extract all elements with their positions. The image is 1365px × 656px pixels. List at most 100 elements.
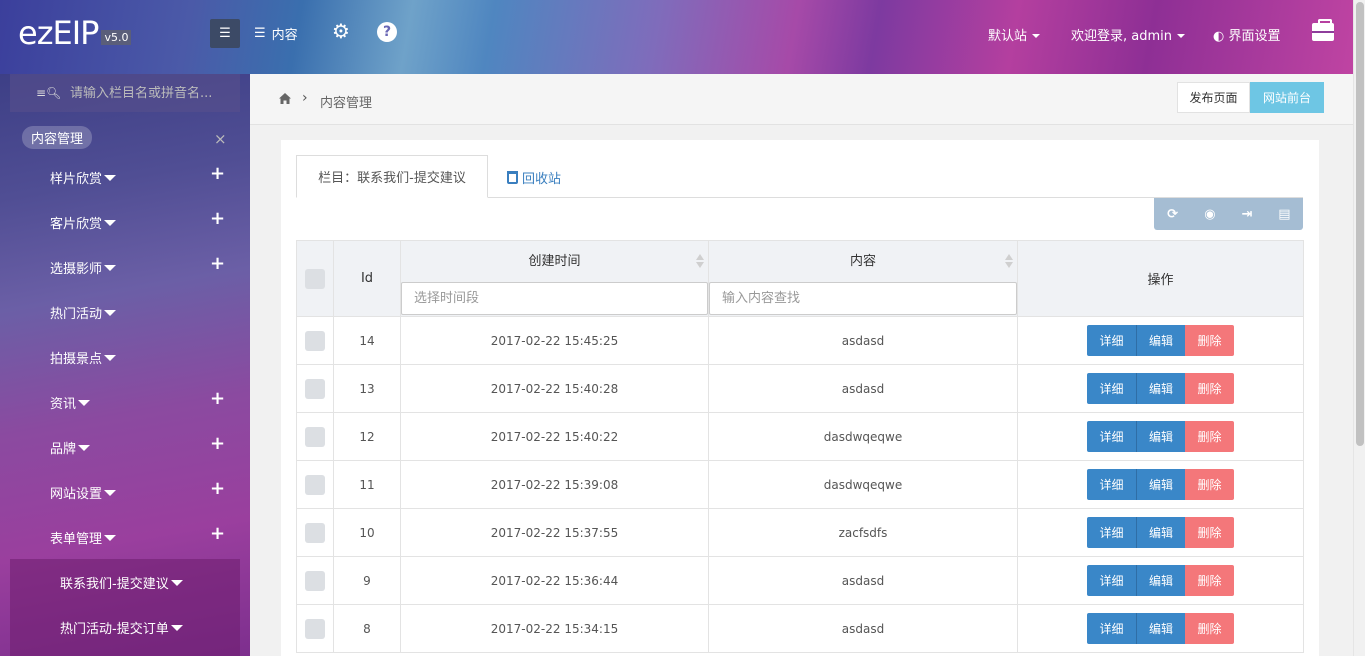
sidebar-search-input[interactable] [70, 85, 230, 101]
publish-page-button[interactable]: 发布页面 [1177, 82, 1250, 113]
list-icon: ☰ [254, 26, 266, 41]
refresh-icon[interactable]: ⟳ [1154, 198, 1191, 230]
print-icon[interactable]: ▤ [1266, 198, 1303, 230]
breadcrumb-current: 内容管理 [320, 96, 373, 111]
sidebar-item-client-photos[interactable]: 客片欣赏 [50, 213, 117, 232]
scrollbar-thumb[interactable] [1356, 2, 1364, 446]
row-checkbox[interactable] [305, 426, 325, 447]
plus-icon[interactable]: + [210, 253, 225, 274]
sidebar-item-forms[interactable]: 表单管理 [50, 528, 117, 547]
operations-group: 详细 编辑 删除 [1087, 565, 1234, 596]
table-row: 11 2017-02-22 15:39:08 dasdwqeqwe 详细 编辑 删除 [296, 460, 1304, 509]
plus-icon[interactable]: + [210, 208, 225, 229]
row-checkbox[interactable] [305, 330, 325, 351]
row-select-cell [296, 604, 334, 653]
eye-icon[interactable]: ◉ [1191, 198, 1228, 230]
ui-settings-link[interactable]: ◐ 界面设置 [1213, 25, 1281, 44]
operations-group: 详细 编辑 删除 [1087, 421, 1234, 452]
version-badge: v5.0 [101, 30, 132, 45]
header-content[interactable]: 内容 [708, 240, 1018, 282]
home-icon[interactable] [279, 93, 291, 104]
table-row: 10 2017-02-22 15:37:55 zacfsdfs 详细 编辑 删除 [296, 508, 1304, 557]
menu-toggle-button[interactable]: ☰ [210, 19, 240, 48]
gear-icon[interactable]: ⚙ [331, 19, 351, 43]
detail-button[interactable]: 详细 [1087, 613, 1136, 644]
select-all-checkbox[interactable] [305, 268, 325, 289]
edit-button[interactable]: 编辑 [1136, 517, 1185, 548]
time-range-filter-input[interactable] [401, 282, 708, 315]
export-icon[interactable]: ⇥ [1229, 198, 1266, 230]
detail-button[interactable]: 详细 [1087, 565, 1136, 596]
sidebar-item-brand[interactable]: 品牌 [50, 438, 91, 457]
table-toolbar: ⟳ ◉ ⇥ ▤ [1154, 198, 1303, 230]
site-dropdown[interactable]: 默认站 [988, 25, 1041, 44]
sidebar-subitem-contact-suggestions[interactable]: 联系我们-提交建议 [60, 573, 183, 592]
edit-button[interactable]: 编辑 [1136, 613, 1185, 644]
edit-button[interactable]: 编辑 [1136, 421, 1185, 452]
tab-recycle-bin[interactable]: 回收站 [507, 168, 561, 187]
edit-button[interactable]: 编辑 [1136, 565, 1185, 596]
row-select-cell [296, 556, 334, 605]
row-content: asdasd [708, 604, 1018, 653]
logo[interactable]: ezEIP v5.0 [18, 14, 132, 52]
row-operations: 详细 编辑 删除 [1017, 460, 1304, 509]
row-operations: 详细 编辑 删除 [1017, 316, 1304, 365]
header-id[interactable]: Id [333, 240, 401, 317]
row-checkbox[interactable] [305, 378, 325, 399]
chevron-down-icon [78, 399, 91, 406]
page-scrollbar[interactable] [1353, 0, 1365, 656]
table-row: 8 2017-02-22 15:34:15 asdasd 详细 编辑 删除 [296, 604, 1304, 653]
top-navbar: ezEIP v5.0 ☰ ☰ 内容 ⚙ ? 默认站 欢迎登录, admin ◐ 界… [0, 0, 1365, 74]
detail-button[interactable]: 详细 [1087, 325, 1136, 356]
detail-button[interactable]: 详细 [1087, 517, 1136, 548]
sidebar-item-samples[interactable]: 样片欣赏 [50, 168, 117, 187]
content-filter-input[interactable] [709, 282, 1017, 315]
row-created-time: 2017-02-22 15:39:08 [400, 460, 709, 509]
row-checkbox[interactable] [305, 522, 325, 543]
filter-cell [708, 282, 1018, 317]
sidebar-item-news[interactable]: 资讯 [50, 393, 91, 412]
tab-column[interactable]: 栏目：联系我们-提交建议 [296, 155, 488, 198]
row-checkbox[interactable] [305, 474, 325, 495]
plus-icon[interactable]: + [210, 163, 225, 184]
plus-icon[interactable]: + [210, 478, 225, 499]
user-dropdown[interactable]: 欢迎登录, admin [1071, 25, 1185, 44]
delete-button[interactable]: 删除 [1185, 517, 1234, 548]
sidebar-subitem-event-orders[interactable]: 热门活动-提交订单 [60, 618, 183, 637]
edit-button[interactable]: 编辑 [1136, 469, 1185, 500]
header-created-time[interactable]: 创建时间 [400, 240, 709, 282]
delete-button[interactable]: 删除 [1185, 565, 1234, 596]
plus-icon[interactable]: + [210, 433, 225, 454]
sidebar-item-photographers[interactable]: 选摄影师 [50, 258, 117, 277]
sidebar-section-title: 内容管理 [22, 126, 93, 149]
delete-button[interactable]: 删除 [1185, 421, 1234, 452]
delete-button[interactable]: 删除 [1185, 613, 1234, 644]
edit-button[interactable]: 编辑 [1136, 373, 1185, 404]
plus-icon[interactable]: + [210, 523, 225, 544]
detail-button[interactable]: 详细 [1087, 469, 1136, 500]
row-content: dasdwqeqwe [708, 460, 1018, 509]
detail-button[interactable]: 详细 [1087, 421, 1136, 452]
detail-button[interactable]: 详细 [1087, 373, 1136, 404]
row-checkbox[interactable] [305, 618, 325, 639]
row-created-time: 2017-02-22 15:34:15 [400, 604, 709, 653]
plus-icon[interactable]: + [210, 388, 225, 409]
sidebar-item-site-settings[interactable]: 网站设置 [50, 483, 117, 502]
sidebar-item-scenic-spots[interactable]: 拍摄景点 [50, 348, 117, 367]
edit-button[interactable]: 编辑 [1136, 325, 1185, 356]
chevron-down-icon [104, 309, 117, 316]
chevron-down-icon [78, 444, 91, 451]
sidebar-item-hot-events[interactable]: 热门活动 [50, 303, 117, 322]
nav-content-label: 内容 [271, 28, 298, 43]
delete-button[interactable]: 删除 [1185, 373, 1234, 404]
delete-button[interactable]: 删除 [1185, 469, 1234, 500]
row-checkbox[interactable] [305, 570, 325, 591]
row-content: dasdwqeqwe [708, 412, 1018, 461]
hamburger-icon: ☰ [219, 26, 231, 41]
site-frontend-button[interactable]: 网站前台 [1250, 82, 1324, 113]
briefcase-icon[interactable] [1312, 19, 1334, 41]
close-icon[interactable]: × [214, 130, 227, 148]
delete-button[interactable]: 删除 [1185, 325, 1234, 356]
help-icon[interactable]: ? [377, 22, 397, 42]
nav-content-link[interactable]: ☰ 内容 [254, 24, 298, 43]
